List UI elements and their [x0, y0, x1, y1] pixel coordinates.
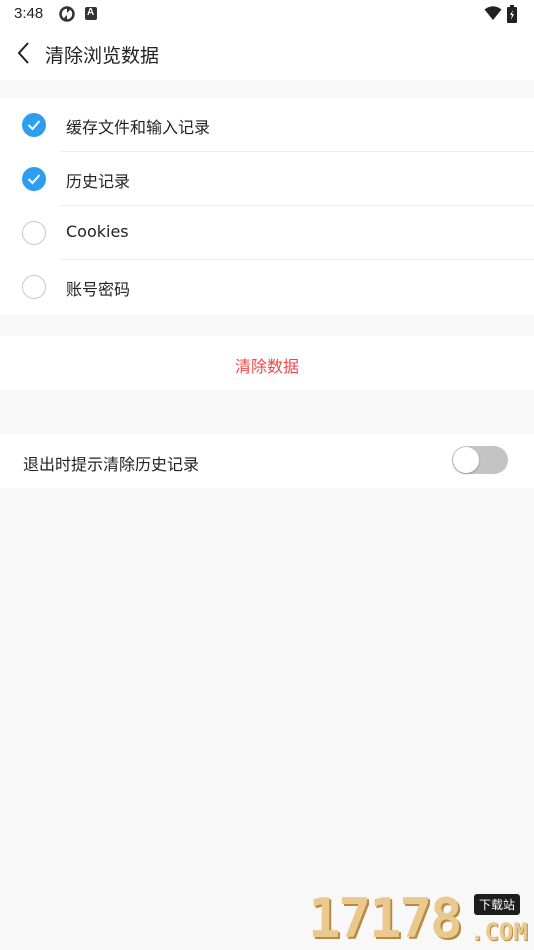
battery-icon — [507, 5, 517, 23]
exit-prompt-row: 退出时提示清除历史记录 — [0, 434, 534, 488]
option-cookies[interactable]: Cookies — [0, 206, 534, 260]
option-passwords[interactable]: 账号密码 — [0, 260, 534, 314]
option-label: Cookies — [66, 222, 129, 241]
watermark-badge: 下载站 — [474, 894, 521, 915]
status-time: 3:48 — [14, 5, 44, 22]
app-bar: 清除浏览数据 — [0, 28, 534, 80]
exit-prompt-label: 退出时提示清除历史记录 — [23, 455, 200, 474]
checkbox-unchecked[interactable] — [22, 221, 46, 245]
back-button[interactable] — [10, 38, 38, 68]
clear-options-list: 缓存文件和输入记录 历史记录 Cookies 账号密码 — [0, 98, 534, 314]
option-label: 历史记录 — [66, 172, 131, 191]
watermark-logo: 17178 下载站 .COM — [308, 890, 532, 948]
watermark-suffix: .COM — [470, 918, 528, 946]
checkbox-checked[interactable] — [22, 167, 46, 191]
checkmark-icon — [27, 174, 41, 185]
clear-data-label: 清除数据 — [234, 357, 299, 376]
sync-icon — [59, 6, 75, 22]
wifi-icon — [484, 6, 502, 20]
checkbox-checked[interactable] — [22, 113, 46, 137]
page-title: 清除浏览数据 — [45, 45, 160, 67]
option-cache[interactable]: 缓存文件和输入记录 — [0, 98, 534, 152]
status-bar: 3:48 A — [0, 0, 534, 28]
chevron-left-icon — [17, 42, 29, 64]
option-label: 缓存文件和输入记录 — [66, 118, 211, 137]
option-history[interactable]: 历史记录 — [0, 152, 534, 206]
a-icon: A — [85, 7, 97, 20]
checkbox-unchecked[interactable] — [22, 275, 46, 299]
exit-prompt-toggle[interactable] — [452, 446, 508, 474]
option-label: 账号密码 — [66, 280, 131, 299]
clear-data-button[interactable]: 清除数据 — [0, 336, 534, 390]
checkmark-icon — [27, 120, 41, 131]
watermark-digits: 17178 — [308, 887, 463, 950]
toggle-knob — [453, 447, 479, 473]
